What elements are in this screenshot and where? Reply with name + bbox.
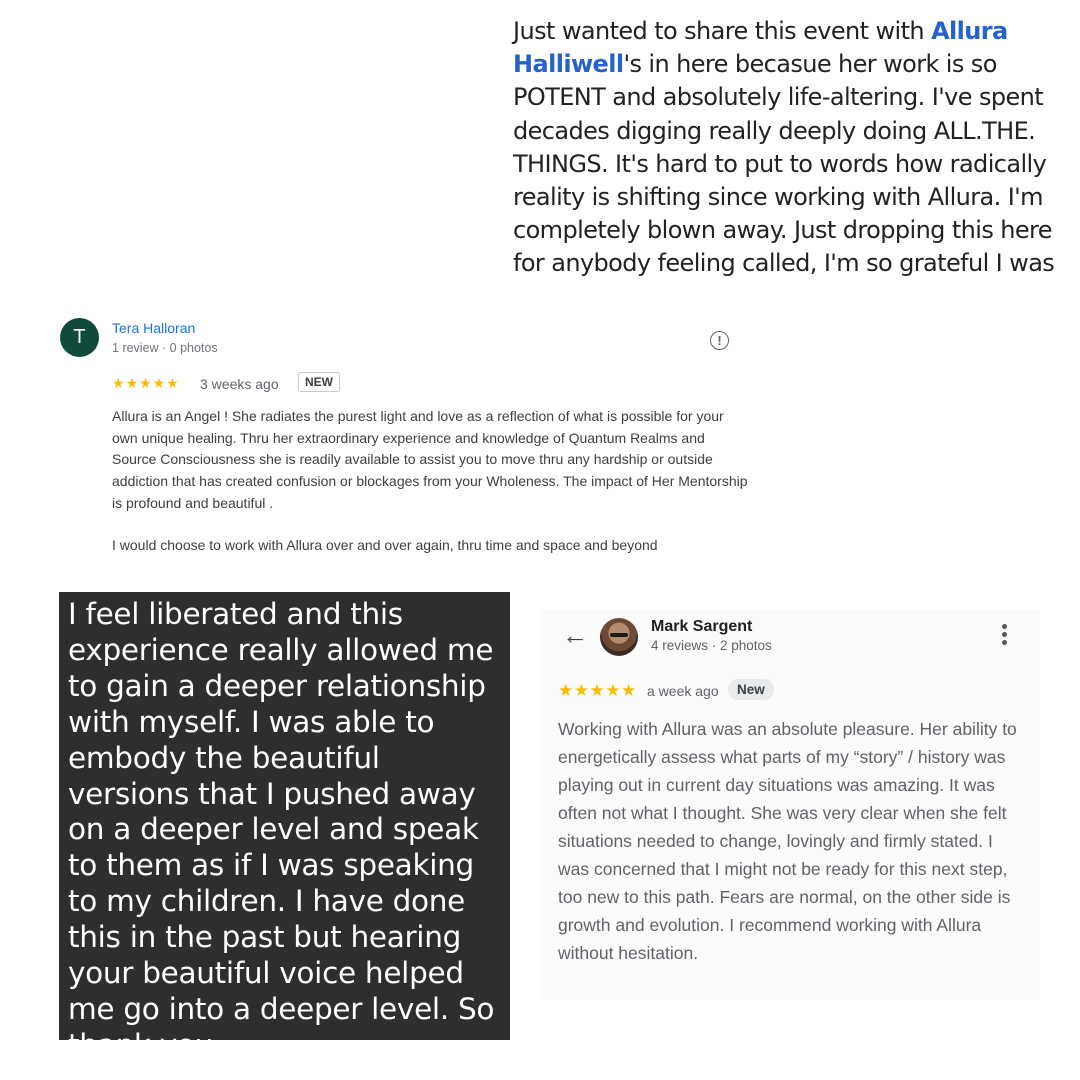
review-text: Allura is an Angel ! She radiates the pu…: [112, 408, 748, 511]
reviewer-name[interactable]: Mark Sargent: [651, 618, 752, 636]
star-rating: ★★★★★: [558, 681, 637, 700]
review-text-second-paragraph: I would choose to work with Allura over …: [112, 537, 658, 553]
post-text-before: Just wanted to share this event with: [513, 17, 932, 45]
star-rating: ★★★★★: [112, 375, 180, 391]
review-text: Working with Allura was an absolute plea…: [558, 719, 1017, 963]
testimonial-box: I feel liberated and this experience rea…: [59, 592, 510, 1062]
avatar[interactable]: [600, 618, 638, 656]
avatar-glasses: [610, 633, 628, 637]
new-badge: New: [728, 679, 774, 700]
reviewer-name[interactable]: Tera Halloran: [112, 320, 195, 336]
more-vertical-icon[interactable]: [1002, 624, 1008, 648]
testimonial-text: I feel liberated and this experience rea…: [68, 597, 495, 1062]
reviewer-meta: 1 review · 0 photos: [112, 341, 218, 355]
review-card-mark: ← Mark Sargent 4 reviews · 2 photos ★★★★…: [540, 610, 1040, 1000]
avatar[interactable]: T: [60, 318, 99, 357]
reviewer-meta: 4 reviews · 2 photos: [651, 638, 772, 653]
report-flag-icon[interactable]: !: [710, 331, 729, 350]
arrow-left-icon[interactable]: ←: [562, 621, 588, 649]
post-text-after: 's in here becasue her work is so POTENT…: [513, 50, 1055, 278]
review-date: a week ago: [647, 683, 719, 699]
post-text: Just wanted to share this event with All…: [513, 15, 1058, 281]
new-badge: NEW: [298, 372, 340, 392]
review-date: 3 weeks ago: [200, 376, 279, 392]
